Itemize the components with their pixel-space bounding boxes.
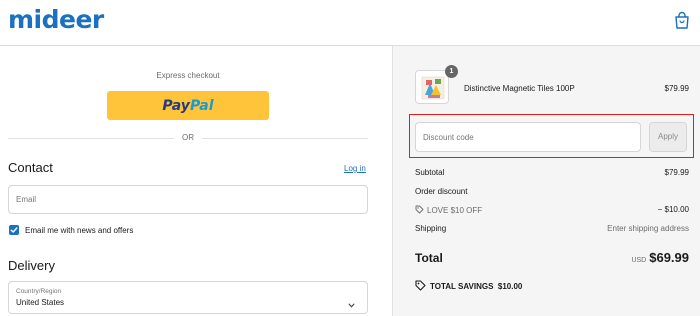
paypal-pay-text: Pay [162, 98, 190, 114]
paypal-button[interactable]: PayPal [107, 91, 269, 120]
country-select-value: United States [16, 298, 65, 307]
order-discount-label: Order discount [415, 187, 468, 196]
tag-icon [415, 205, 424, 214]
total-value: $69.99 [649, 250, 689, 265]
shipping-label: Shipping [415, 224, 447, 233]
contact-heading: Contact [8, 160, 53, 175]
savings-value: $10.00 [497, 282, 523, 291]
subtotal-value: $79.99 [664, 168, 689, 177]
product-thumbnail [415, 70, 449, 104]
brand-logo[interactable]: mideer [8, 5, 104, 34]
quantity-badge: 1 [445, 65, 458, 78]
divider-line-right [202, 138, 368, 139]
apply-discount-button[interactable]: Apply [649, 122, 687, 152]
login-link[interactable]: Log in [344, 164, 366, 173]
subtotal-label: Subtotal [415, 168, 445, 177]
savings-tag-icon [415, 280, 426, 291]
email-field[interactable] [8, 185, 368, 214]
country-select-label: Country/Region [16, 288, 62, 295]
discount-code-input[interactable] [415, 122, 641, 152]
product-price: $79.99 [664, 84, 689, 93]
site-header: mideer [0, 0, 700, 46]
paypal-pal-text: Pal [189, 98, 214, 114]
newsletter-label: Email me with news and offers [25, 226, 134, 235]
total-amount: USD $69.99 [631, 249, 689, 267]
discount-amount: − $10.00 [657, 205, 689, 214]
country-select[interactable]: Country/Region United States [8, 281, 368, 314]
order-summary: 1 Distinctive Magnetic Tiles 100P $79.99… [392, 46, 700, 316]
total-savings: TOTAL SAVINGS $10.00 [415, 280, 522, 291]
chevron-down-icon [348, 295, 355, 313]
discount-code-tag: LOVE $10 OFF [415, 205, 482, 215]
total-label: Total [415, 251, 443, 265]
checkout-page: mideer Express checkout PayPal OR Contac… [0, 0, 700, 316]
or-divider: OR [8, 132, 368, 144]
product-image [416, 71, 448, 103]
discount-code-text: LOVE $10 OFF [427, 206, 483, 215]
checkout-form: Express checkout PayPal OR Contact Log i… [0, 46, 392, 316]
shipping-value: Enter shipping address [607, 224, 689, 233]
checkmark-icon [10, 227, 18, 233]
product-name: Distinctive Magnetic Tiles 100P [464, 84, 575, 93]
delivery-heading: Delivery [8, 258, 55, 273]
savings-label: TOTAL SAVINGS [430, 282, 494, 291]
newsletter-checkbox[interactable] [9, 225, 19, 235]
shopping-bag-icon[interactable] [674, 11, 690, 29]
total-currency: USD [631, 257, 647, 264]
express-checkout-label: Express checkout [156, 71, 220, 80]
